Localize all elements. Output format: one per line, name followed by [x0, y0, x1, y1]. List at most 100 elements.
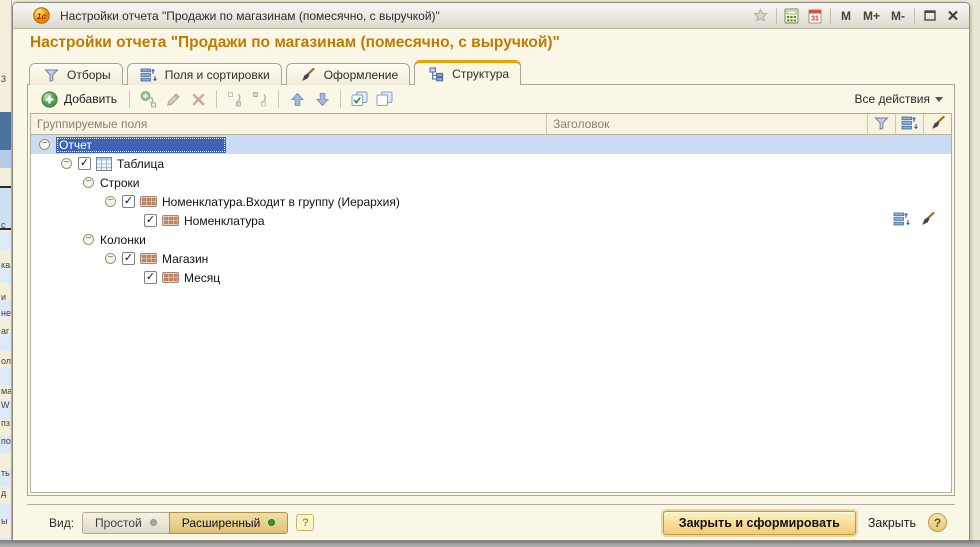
memory-minus-button[interactable]: M- [889, 7, 907, 25]
expander-icon[interactable]: − [83, 177, 94, 188]
sort-fields-icon [139, 65, 159, 85]
screen: 3cкаинеаголмаWпзпотьды 1с Настройки отче… [0, 0, 980, 547]
sort-fields-icon [893, 212, 910, 229]
expander-icon[interactable]: − [39, 139, 50, 150]
structure-tree: −Отчет−✓Таблица−Строки−✓Номенклатура.Вхо… [31, 135, 951, 492]
page-title: Настройки отчета "Продажи по магазинам (… [30, 34, 560, 52]
check-all-icon[interactable] [349, 89, 369, 109]
tab-label: Структура [452, 67, 509, 81]
tree-row[interactable]: −✓Магазин [31, 249, 951, 268]
tree-row-label: Колонки [100, 233, 146, 247]
background-text-fragment: пз [1, 418, 10, 428]
tree-row-label: Таблица [117, 157, 164, 171]
edit-icon[interactable] [163, 89, 183, 109]
footer-actions: Закрыть и сформировать Закрыть ? [663, 511, 955, 535]
tree-row-label: Номенклатура.Входит в группу (Иерархия) [162, 195, 400, 209]
add-icon [39, 89, 59, 109]
titlebar-separator [830, 8, 831, 24]
field-icon [162, 215, 179, 226]
toolbar-separator [216, 90, 217, 108]
background-text-fragment: не [1, 308, 11, 318]
tree-row[interactable]: −Отчет [31, 135, 951, 154]
all-actions-button[interactable]: Все действия [855, 92, 947, 106]
background-text-fragment: W [1, 400, 10, 410]
background-text-fragment: ка [1, 260, 10, 270]
add-button[interactable]: Добавить [35, 87, 121, 111]
close-and-generate-button[interactable]: Закрыть и сформировать [663, 511, 856, 535]
tab-bar: Отборы Поля и сортировки Оформление Стру… [29, 61, 521, 85]
tree-row[interactable]: −✓Месяц [31, 268, 951, 287]
add-group-icon[interactable] [138, 89, 158, 109]
move-up-icon[interactable] [287, 89, 307, 109]
column-header-appearance [923, 114, 951, 134]
tab-structure[interactable]: Структура [414, 60, 521, 85]
view-extended-button[interactable]: Расширенный [169, 512, 289, 534]
tab-label: Оформление [324, 68, 398, 82]
checkbox[interactable]: ✓ [144, 214, 157, 227]
checkbox[interactable]: ✓ [78, 157, 91, 170]
field-icon [162, 272, 179, 283]
expander-icon[interactable]: − [105, 196, 116, 207]
background-text-fragment: ть [1, 468, 10, 478]
background-text-fragment: аг [1, 326, 9, 336]
tab-selections[interactable]: Отборы [29, 63, 123, 85]
checkbox[interactable]: ✓ [144, 271, 157, 284]
field-icon [140, 253, 157, 264]
view-mode-toggle: Простой Расширенный [82, 512, 288, 534]
tree-row[interactable]: −✓ Номенклатура.Входит в группу (Иерархия… [31, 192, 951, 211]
close-button[interactable]: Закрыть [868, 516, 916, 530]
memory-button[interactable]: M [838, 7, 854, 25]
background-text-fragment: ол [1, 356, 11, 366]
checkbox[interactable]: ✓ [122, 252, 135, 265]
background-text-fragment: ы [1, 516, 7, 526]
calendar-icon[interactable]: 31 [807, 7, 823, 25]
titlebar-separator [776, 8, 777, 24]
background-text-fragment: ма [1, 386, 12, 396]
expander-icon[interactable]: − [83, 234, 94, 245]
column-header-title: Заголовок [546, 114, 867, 134]
svg-text:31: 31 [811, 15, 819, 22]
brush-icon [920, 212, 935, 229]
tree-row[interactable]: −✓ Таблица [31, 154, 951, 173]
delete-icon[interactable] [188, 89, 208, 109]
calculator-icon[interactable] [784, 7, 800, 25]
structure-toolbar: Добавить Все действия [28, 85, 954, 113]
memory-plus-button[interactable]: M+ [861, 7, 882, 25]
view-label: Вид: [49, 516, 74, 530]
window-title: Настройки отчета "Продажи по магазинам (… [60, 9, 440, 23]
background-bottom-strip [0, 540, 980, 547]
structure-grid: Группируемые поля Заголовок −Отчет−✓Табл… [30, 113, 952, 493]
tree-row[interactable]: −✓Номенклатура [31, 211, 951, 230]
move-down-icon[interactable] [312, 89, 332, 109]
move-into-group-icon[interactable] [225, 89, 245, 109]
row-settings-icons [893, 211, 935, 230]
funnel-icon [41, 65, 61, 85]
expander-icon[interactable]: − [61, 158, 72, 169]
view-simple-button[interactable]: Простой [82, 512, 170, 534]
background-band [0, 112, 12, 150]
expander-icon[interactable]: − [105, 253, 116, 264]
tree-row[interactable]: −Строки [31, 173, 951, 192]
tree-row[interactable]: −Колонки [31, 230, 951, 249]
tree-row-label: Номенклатура [184, 214, 265, 228]
tab-appearance[interactable]: Оформление [286, 63, 410, 85]
1c-app-icon[interactable]: 1с [33, 7, 50, 24]
add-button-label: Добавить [64, 92, 117, 106]
tab-fields-sorting[interactable]: Поля и сортировки [127, 63, 282, 85]
toolbar-separator [278, 90, 279, 108]
checkbox[interactable]: ✓ [122, 195, 135, 208]
toolbar-separator [340, 90, 341, 108]
uncheck-all-icon[interactable] [374, 89, 394, 109]
all-actions-label: Все действия [855, 92, 930, 106]
background-text-fragment: c [1, 220, 6, 230]
chevron-down-icon [935, 97, 943, 102]
favorites-star-icon[interactable] [753, 7, 769, 25]
maximize-icon[interactable] [922, 7, 938, 25]
svg-text:1с: 1с [37, 11, 47, 21]
close-icon[interactable] [945, 7, 961, 25]
view-help-button[interactable]: ? [296, 514, 314, 531]
tree-row-label: Отчет [56, 137, 226, 153]
move-out-group-icon[interactable] [250, 89, 270, 109]
help-button[interactable]: ? [928, 513, 947, 532]
footer-bar: Вид: Простой Расширенный ? Закрыть и сфо… [27, 504, 955, 540]
